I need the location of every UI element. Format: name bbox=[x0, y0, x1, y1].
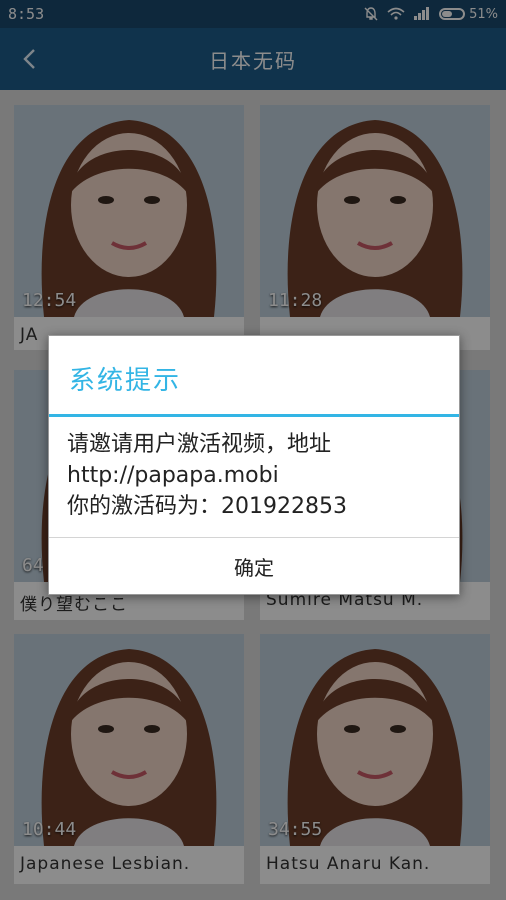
confirm-button[interactable]: 确定 bbox=[49, 538, 459, 594]
dialog-message-line: 请邀请用户激活视频，地址 bbox=[67, 432, 332, 457]
dialog-title: 系统提示 bbox=[69, 366, 182, 396]
system-alert-dialog: 系统提示 请邀请用户激活视频，地址 http://papapa.mobi 你的激… bbox=[48, 335, 460, 595]
dialog-message-line: http://papapa.mobi bbox=[67, 463, 279, 488]
dialog-message-line: 你的激活码为：201922853 bbox=[67, 494, 347, 519]
dialog-title-divider bbox=[49, 414, 459, 417]
dialog-message: 请邀请用户激活视频，地址 http://papapa.mobi 你的激活码为：2… bbox=[67, 429, 452, 522]
